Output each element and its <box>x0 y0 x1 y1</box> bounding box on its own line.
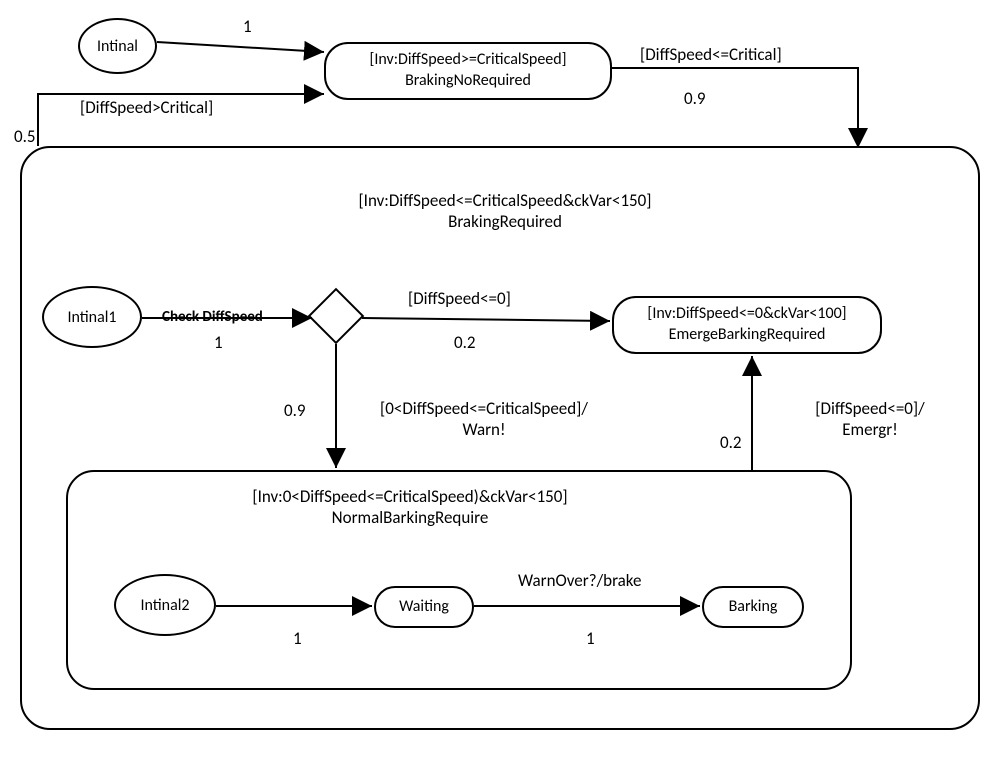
braking-no-required-state: [Inv:DiffSpeed>=CriticalSpeed] BrakingNo… <box>324 42 612 100</box>
emerge-barking-required-state: [Inv:DiffSpeed<=0&ckVar<100] EmergeBarki… <box>612 296 882 354</box>
edge-init1-prob: 1 <box>214 332 223 353</box>
br-inv: [Inv:DiffSpeed<=CriticalSpeed&ckVar<150] <box>290 190 720 211</box>
initial-state: Intinal <box>78 18 157 74</box>
initial2-label: Intinal2 <box>140 596 189 615</box>
barking-label: Barking <box>729 597 778 618</box>
normal-barking-require-title: [Inv:0<DiffSpeed<=CriticalSpeed)&ckVar<1… <box>200 486 620 528</box>
initial1-state: Intinal1 <box>42 286 142 348</box>
edge-bnr-br-guard: [DiffSpeed<=Critical] <box>640 44 782 65</box>
edge-wait-bark-guard: WarnOver?/brake <box>518 570 641 591</box>
normal-name: NormalBarkingRequire <box>200 507 620 528</box>
barking-state: Barking <box>702 586 804 628</box>
edge-diamond-normal-guard: [0<DiffSpeed<=CriticalSpeed]/ Warn! <box>354 398 614 440</box>
edge-br-bnr-guard: [DiffSpeed>Critical] <box>80 97 213 118</box>
bnr-inv: [Inv:DiffSpeed>=CriticalSpeed] <box>369 50 566 71</box>
normal-inv: [Inv:0<DiffSpeed<=CriticalSpeed)&ckVar<1… <box>200 486 620 507</box>
edge-init-bnr-prob: 1 <box>243 16 252 37</box>
waiting-label: Waiting <box>399 597 449 618</box>
edge-normal-emerge-prob: 0.2 <box>720 432 742 453</box>
edge-normal-emerge-guard: [DiffSpeed<=0]/ Emergr! <box>790 398 950 440</box>
edge-diamond-emerge-guard: [DiffSpeed<=0] <box>408 288 511 309</box>
br-name: BrakingRequired <box>290 211 720 232</box>
initial1-label: Intinal1 <box>67 308 116 327</box>
edge-init2-wait-prob: 1 <box>293 628 302 649</box>
emerge-name: EmergeBarkingRequired <box>669 325 826 346</box>
edge-bnr-br-prob: 0.9 <box>684 88 706 109</box>
edge-diamond-normal-prob: 0.9 <box>284 400 306 421</box>
edge-diamond-emerge-prob: 0.2 <box>454 332 476 353</box>
initial2-state: Intinal2 <box>114 574 216 636</box>
edge-wait-bark-prob: 1 <box>586 628 595 649</box>
bnr-name: BrakingNoRequired <box>405 71 531 92</box>
edge-br-bnr-prob: 0.5 <box>14 126 36 147</box>
edge-init1-check: Check DiffSpeed <box>162 308 263 326</box>
braking-required-title: [Inv:DiffSpeed<=CriticalSpeed&ckVar<150]… <box>290 190 720 232</box>
initial-label: Intinal <box>97 37 138 56</box>
emerge-inv: [Inv:DiffSpeed<=0&ckVar<100] <box>647 304 846 325</box>
waiting-state: Waiting <box>374 586 474 628</box>
